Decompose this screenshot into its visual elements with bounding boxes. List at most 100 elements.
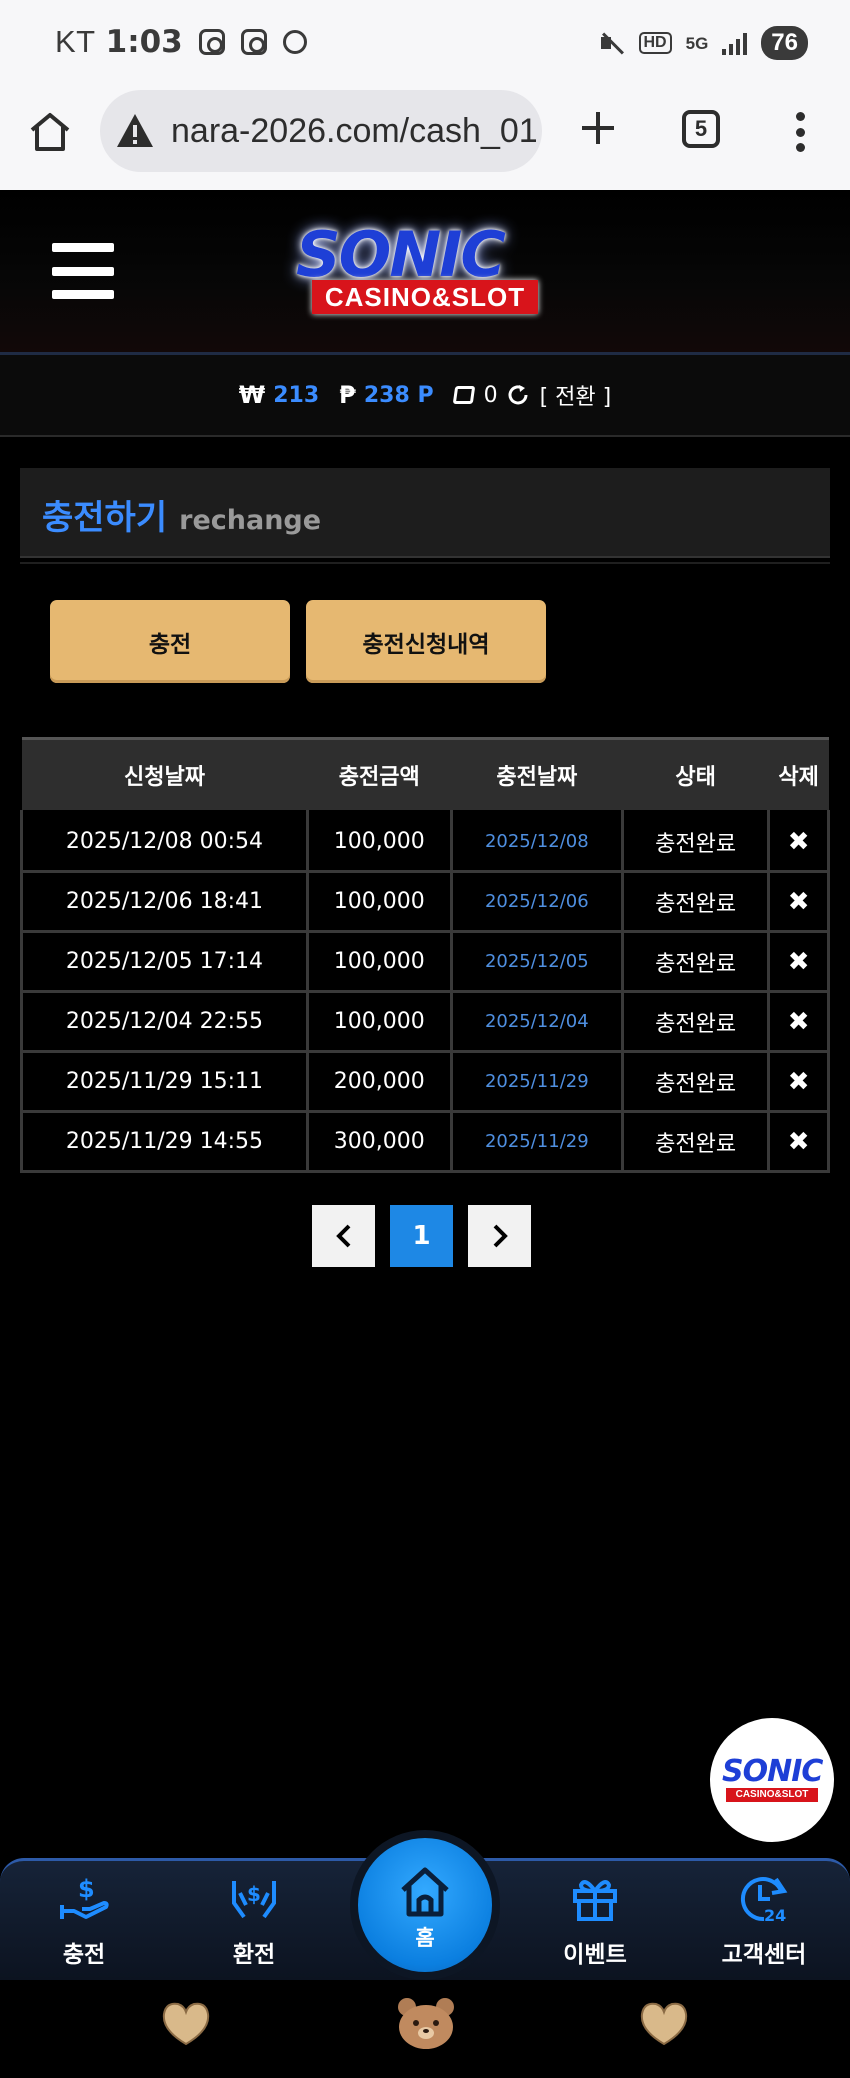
charge-history-button[interactable]: 충전신청내역 (306, 600, 546, 683)
status-cell: 충전완료 (621, 1050, 771, 1113)
status-bar: KT 1:03 HD 5G 76 (0, 0, 850, 90)
table-row: 2025/12/06 18:41 100,000 2025/12/06 충전완료… (20, 870, 830, 933)
browser-toolbar: nara-2026.com/cash_01 5 (0, 90, 850, 190)
address-bar[interactable]: nara-2026.com/cash_01 (100, 90, 542, 172)
table-row: 2025/11/29 15:11 200,000 2025/11/29 충전완료… (20, 1050, 830, 1113)
tab-switcher-button[interactable]: 5 (682, 110, 720, 148)
nav-home-label: 홈 (415, 1926, 435, 1950)
status-cell: 충전완료 (621, 810, 771, 873)
nav-support[interactable]: 24 고객센터 (704, 1871, 824, 1969)
nav-exchange[interactable]: $ 환전 (194, 1871, 314, 1969)
charge-date-cell: 2025/12/05 (449, 930, 625, 993)
ticket-balance: 0 [ 전환 ] (452, 379, 612, 411)
network-type: 5G (685, 33, 709, 53)
request-date-cell: 2025/12/06 18:41 (20, 870, 309, 933)
page-title-english: rechange (179, 505, 322, 536)
url-text[interactable]: nara-2026.com/cash_01 (171, 112, 541, 151)
request-date-cell: 2025/12/08 00:54 (20, 810, 309, 873)
cash-value: 213 (273, 382, 320, 408)
charge-history-table: 신청날짜 충전금액 충전날짜 상태 삭제 2025/12/08 00:54 10… (20, 737, 830, 1173)
header-status: 상태 (622, 737, 769, 812)
table-header-row: 신청날짜 충전금액 충전날짜 상태 삭제 (21, 737, 829, 812)
heart-icon[interactable] (158, 1998, 214, 2048)
amount-cell: 300,000 (305, 1110, 453, 1173)
page-1-button[interactable]: 1 (390, 1205, 453, 1267)
balance-bar: ₩ 213 ₱ 238 P 0 [ 전환 ] (0, 355, 850, 437)
home-icon (401, 1867, 449, 1917)
svg-text:$: $ (78, 1875, 95, 1903)
table-row: 2025/11/29 14:55 300,000 2025/11/29 충전완료… (20, 1110, 830, 1173)
mute-icon (599, 30, 625, 56)
header-amount: 충전금액 (307, 737, 452, 812)
home-icon[interactable] (28, 110, 72, 154)
charge-date-cell: 2025/11/29 (449, 1050, 625, 1113)
nav-home-button[interactable]: 홈 (358, 1838, 492, 1972)
delete-icon[interactable]: ✖ (767, 1110, 830, 1173)
amount-cell: 200,000 (305, 1050, 453, 1113)
chevron-right-icon (493, 1224, 508, 1248)
request-date-cell: 2025/11/29 15:11 (20, 1050, 309, 1113)
floating-logo-button[interactable]: SONIC CASINO&SLOT (710, 1718, 834, 1842)
carrier-label: KT (55, 24, 96, 59)
site-logo[interactable]: SONIC CASINO&SLOT (290, 218, 568, 320)
amount-cell: 100,000 (305, 930, 453, 993)
nav-charge[interactable]: $ 충전 (24, 1871, 144, 1969)
point-balance: ₱ 238 P (339, 381, 433, 409)
next-page-button[interactable] (468, 1205, 531, 1267)
hamburger-menu-icon[interactable] (52, 243, 114, 299)
heart-icon[interactable] (636, 1998, 692, 2048)
bear-icon[interactable] (395, 1995, 457, 2051)
battery-indicator: 76 (761, 26, 808, 60)
chevron-left-icon (335, 1224, 350, 1248)
ticket-value: 0 (483, 382, 498, 408)
prev-page-button[interactable] (312, 1205, 375, 1267)
nav-event-label: 이벤트 (563, 1942, 627, 1968)
signal-icon (722, 31, 748, 55)
convert-button[interactable]: [ 전환 ] (540, 379, 612, 411)
browser-menu-icon[interactable] (794, 112, 806, 152)
header-request-date: 신청날짜 (21, 737, 308, 812)
delete-icon[interactable]: ✖ (767, 1050, 830, 1113)
delete-icon[interactable]: ✖ (767, 990, 830, 1053)
divider (20, 562, 830, 564)
won-icon: ₩ (238, 381, 266, 409)
clock: 1:03 (105, 24, 183, 60)
table-row: 2025/12/04 22:55 100,000 2025/12/04 충전완료… (20, 990, 830, 1053)
page-title: 충전하기 rechange (20, 468, 830, 558)
logo-tagline: CASINO&SLOT (312, 280, 538, 314)
status-cell: 충전완료 (621, 870, 771, 933)
instagram-icon (198, 29, 225, 55)
status-cell: 충전완료 (621, 990, 771, 1053)
charge-button[interactable]: 충전 (50, 600, 290, 683)
new-tab-icon[interactable] (578, 108, 618, 148)
nav-exchange-label: 환전 (232, 1942, 276, 1968)
request-date-cell: 2025/12/05 17:14 (20, 930, 309, 993)
svg-text:$: $ (247, 1882, 261, 1906)
status-cell: 충전완료 (621, 1110, 771, 1173)
request-date-cell: 2025/12/04 22:55 (20, 990, 309, 1053)
warning-icon[interactable] (115, 111, 155, 151)
charge-date-cell: 2025/12/08 (449, 810, 625, 873)
refresh-icon[interactable] (506, 383, 530, 407)
charge-date-cell: 2025/11/29 (449, 1110, 625, 1173)
delete-icon[interactable]: ✖ (767, 930, 830, 993)
amount-cell: 100,000 (305, 870, 453, 933)
charge-date-cell: 2025/12/06 (449, 870, 625, 933)
delete-icon[interactable]: ✖ (767, 870, 830, 933)
svg-text:24: 24 (764, 1906, 786, 1925)
amount-cell: 100,000 (305, 810, 453, 873)
deposit-hand-icon: $ (60, 1875, 109, 1919)
point-value: 238 P (363, 382, 434, 408)
page-title-korean: 충전하기 (42, 498, 168, 538)
withdraw-hands-icon: $ (232, 1881, 276, 1919)
floating-logo-tagline: CASINO&SLOT (726, 1788, 818, 1802)
gift-icon (573, 1880, 617, 1921)
table-row: 2025/12/08 00:54 100,000 2025/12/08 충전완료… (20, 810, 830, 873)
ticket-icon (452, 386, 475, 404)
nav-charge-label: 충전 (62, 1942, 106, 1968)
delete-icon[interactable]: ✖ (767, 810, 830, 873)
nav-event[interactable]: 이벤트 (535, 1871, 655, 1969)
point-icon: ₱ (339, 381, 356, 409)
cash-balance: ₩ 213 (239, 381, 319, 409)
amount-cell: 100,000 (305, 990, 453, 1053)
